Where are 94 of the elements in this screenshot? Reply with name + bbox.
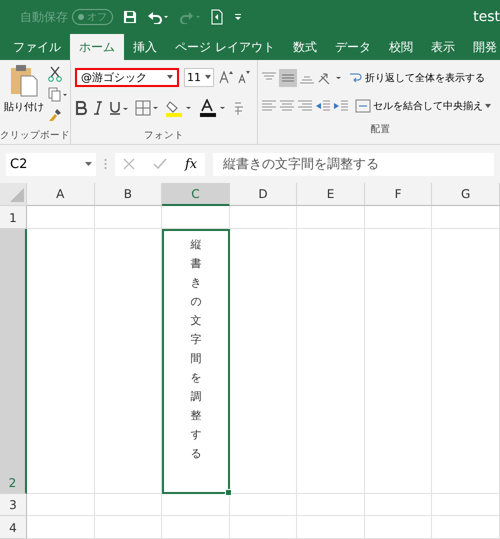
ribbon-tab[interactable]: 開発 — [464, 34, 500, 60]
autosave-label: 自動保存 — [20, 8, 68, 26]
align-right-icon[interactable] — [297, 99, 313, 113]
column-header[interactable]: C — [162, 183, 230, 206]
table-cell[interactable] — [297, 494, 365, 516]
wrap-icon — [349, 71, 363, 85]
table-cell[interactable] — [230, 516, 298, 539]
table-cell[interactable] — [364, 206, 432, 229]
table-cell[interactable] — [364, 494, 432, 516]
group-label: クリップボード — [0, 128, 70, 142]
ribbon-tab[interactable]: ファイル — [4, 34, 70, 60]
dropdown-icon[interactable] — [167, 75, 173, 79]
table-cell[interactable] — [230, 229, 298, 494]
wrap-text-button[interactable]: 折り返して全体を表示する — [349, 71, 485, 85]
dropdown-icon[interactable] — [205, 75, 211, 79]
table-cell[interactable] — [230, 206, 298, 229]
fill-color-icon[interactable] — [165, 99, 193, 117]
font-color-icon[interactable] — [199, 99, 227, 117]
column-header[interactable]: E — [297, 183, 365, 206]
name-box[interactable]: C2 — [6, 152, 96, 176]
table-cell[interactable] — [94, 494, 162, 516]
ribbon-tab[interactable]: ページ レイアウト — [166, 34, 284, 60]
italic-icon[interactable] — [93, 101, 103, 115]
customize-icon[interactable] — [233, 13, 243, 21]
ribbon-tab[interactable]: 表示 — [422, 34, 464, 60]
ribbon-tab[interactable]: データ — [326, 34, 380, 60]
grow-font-icon[interactable] — [219, 70, 233, 84]
column-header[interactable]: A — [27, 183, 95, 206]
redo-icon[interactable] — [179, 10, 201, 24]
formula-field[interactable]: 縦書きの文字間を調整する — [213, 152, 494, 176]
window-title: test — [473, 9, 500, 25]
cancel-icon[interactable] — [123, 158, 135, 170]
column-header[interactable]: F — [364, 183, 432, 206]
increase-indent-icon[interactable] — [333, 99, 349, 113]
table-cell[interactable] — [297, 229, 365, 494]
table-cell[interactable] — [364, 516, 432, 539]
row-header[interactable]: 2 — [0, 229, 27, 494]
borders-icon[interactable] — [135, 100, 159, 116]
middle-align-icon[interactable] — [279, 69, 297, 87]
column-header[interactable]: G — [432, 183, 500, 206]
insert-function-button[interactable]: fx — [185, 156, 198, 172]
active-cell[interactable]: 縦書きの文字間を調整する — [162, 229, 230, 494]
ribbon-tab[interactable]: 数式 — [284, 34, 326, 60]
select-all-icon[interactable] — [10, 188, 24, 202]
table-cell[interactable] — [432, 206, 500, 229]
ribbon-tab[interactable]: ホーム — [70, 34, 124, 60]
table-cell[interactable] — [432, 229, 500, 494]
table-cell[interactable] — [94, 229, 162, 494]
undo-icon[interactable] — [147, 10, 169, 24]
bold-icon[interactable] — [75, 101, 87, 115]
font-size-field[interactable]: 11 — [184, 68, 214, 86]
table-cell[interactable] — [27, 494, 95, 516]
column-header[interactable]: D — [230, 183, 298, 206]
copy-icon[interactable] — [48, 87, 68, 103]
group-label: フォント — [144, 128, 184, 142]
paste-button[interactable]: 貼り付け — [4, 64, 44, 126]
table-cell[interactable] — [27, 206, 95, 229]
merge-icon — [355, 99, 371, 113]
enter-icon[interactable] — [153, 158, 167, 170]
font-name-field[interactable]: @游ゴシック — [75, 68, 179, 86]
table-cell[interactable] — [162, 206, 230, 229]
merge-center-button[interactable]: セルを結合して中央揃え — [355, 99, 491, 113]
ribbon-tab[interactable]: 挿入 — [124, 34, 166, 60]
table-cell[interactable] — [27, 516, 95, 539]
ribbon-tab[interactable]: 校閲 — [380, 34, 422, 60]
save-icon[interactable] — [123, 10, 137, 24]
row-header[interactable]: 3 — [0, 494, 27, 516]
table-cell[interactable] — [162, 494, 230, 516]
table-cell[interactable] — [432, 494, 500, 516]
format-painter-icon[interactable] — [48, 108, 62, 122]
underline-icon[interactable] — [109, 101, 129, 115]
decrease-indent-icon[interactable] — [315, 99, 331, 113]
shrink-font-icon[interactable] — [238, 70, 250, 84]
clipboard-icon — [9, 64, 39, 98]
align-left-icon[interactable] — [261, 99, 277, 113]
table-cell[interactable] — [162, 516, 230, 539]
table-cell[interactable] — [27, 229, 95, 494]
row-header[interactable]: 4 — [0, 516, 27, 539]
document-icon[interactable] — [211, 9, 223, 25]
group-label: 配置 — [370, 122, 390, 136]
table-cell[interactable] — [94, 516, 162, 539]
row-header[interactable]: 1 — [0, 206, 27, 229]
table-cell[interactable] — [297, 206, 365, 229]
column-header[interactable]: B — [94, 183, 162, 206]
align-center-icon[interactable] — [279, 99, 295, 113]
dropdown-icon[interactable] — [485, 104, 491, 108]
more-icon — [104, 158, 107, 170]
cut-icon[interactable] — [48, 66, 62, 82]
table-cell[interactable] — [94, 206, 162, 229]
table-cell[interactable] — [364, 229, 432, 494]
table-cell[interactable] — [432, 516, 500, 539]
table-cell[interactable] — [297, 516, 365, 539]
table-cell[interactable] — [230, 494, 298, 516]
phonetic-icon[interactable] — [233, 100, 245, 116]
